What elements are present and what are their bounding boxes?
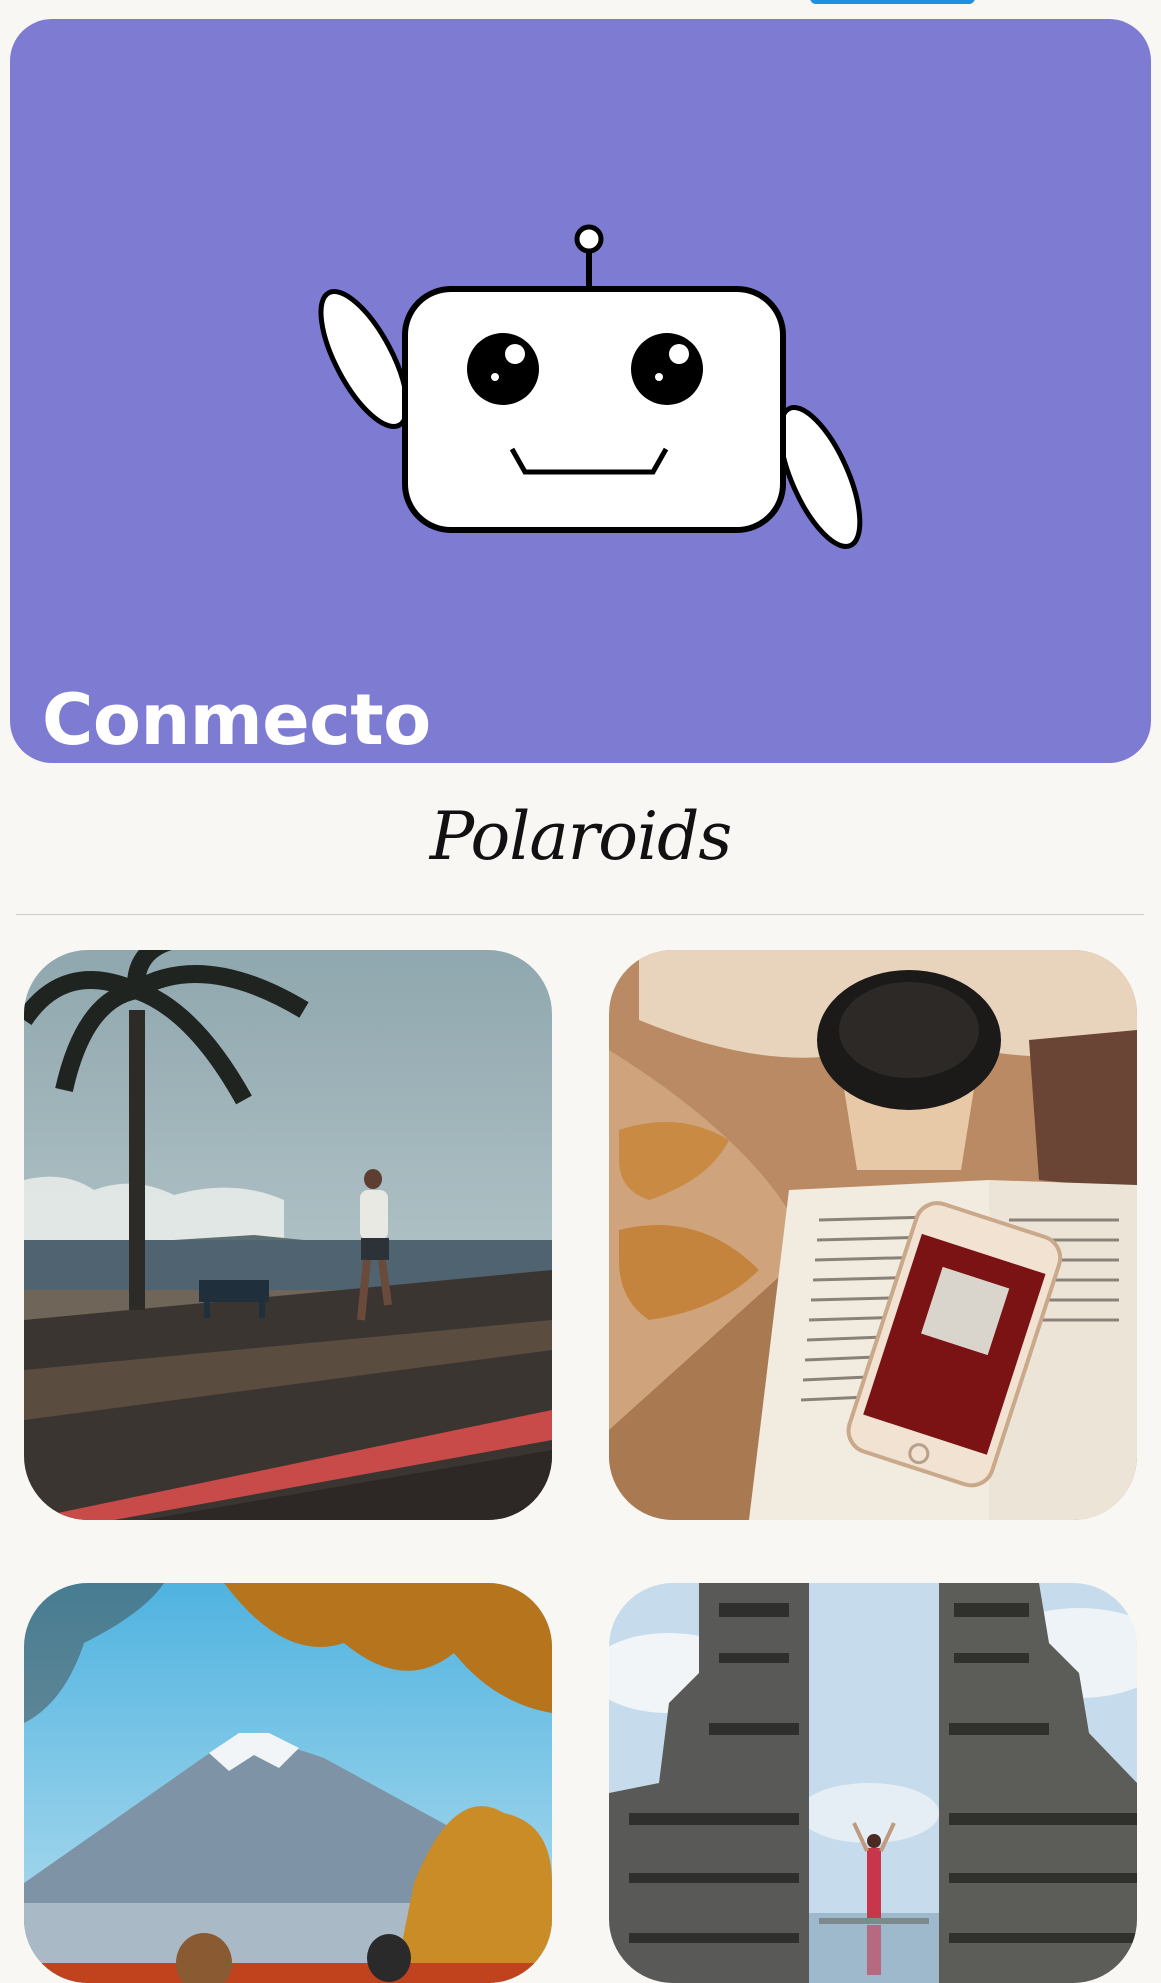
coffee-croissants-book-phone-photo [609, 950, 1137, 1520]
polaroid-card-1[interactable] [24, 950, 552, 1520]
top-action-pill[interactable] [810, 0, 975, 4]
polaroid-card-4[interactable] [609, 1583, 1137, 1983]
section-title: Polaroids [429, 798, 732, 875]
runner-on-seaside-promenade-photo [24, 950, 552, 1520]
hero-card[interactable]: Conmecto [10, 19, 1151, 763]
mount-fuji-autumn-photo [24, 1583, 552, 1983]
section-divider [16, 914, 1144, 915]
polaroid-card-2[interactable] [609, 950, 1137, 1520]
bali-temple-gate-photo [609, 1583, 1137, 1983]
robot-mascot-icon [318, 224, 863, 549]
polaroid-card-3[interactable] [24, 1583, 552, 1983]
hero-title: Conmecto [42, 679, 431, 761]
